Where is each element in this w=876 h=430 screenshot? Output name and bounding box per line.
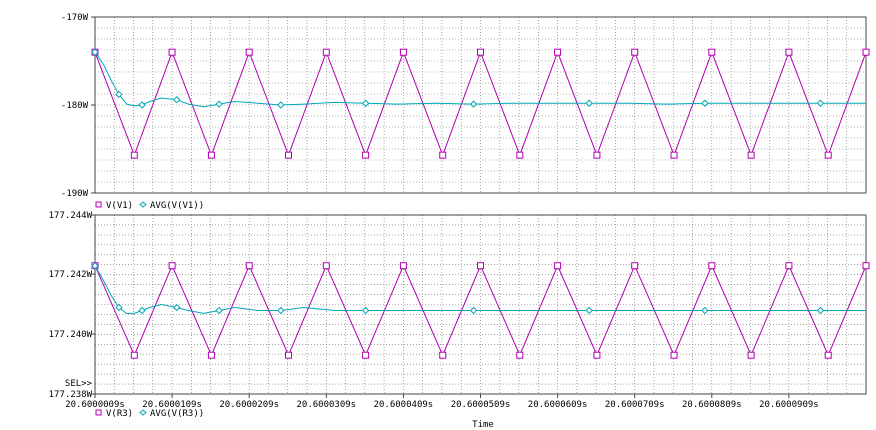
top-y-tick-label: -170W (61, 13, 89, 23)
data-point-marker (816, 306, 825, 315)
diamond-marker-icon (139, 409, 147, 416)
bottom-legend: V(R3) AVG(V(R3)) (95, 409, 204, 419)
data-point-marker (173, 96, 181, 104)
legend-entry: V(V1) (106, 201, 133, 211)
data-point-marker (399, 262, 407, 270)
x-tick-label: 20.6000709s (605, 400, 665, 410)
x-tick-label: 20.6000209s (219, 400, 279, 410)
bottom-plot-grid (94, 214, 867, 395)
data-point-marker (862, 48, 870, 56)
data-point-marker (277, 101, 285, 109)
top-plot-grid (94, 16, 867, 194)
legend-entry: AVG(V(V1)) (150, 201, 204, 211)
data-point-marker (245, 262, 253, 270)
data-point-marker (593, 151, 601, 159)
square-marker-icon (95, 201, 102, 208)
data-point-marker (207, 151, 215, 159)
data-point-marker (138, 306, 146, 315)
data-point-marker (439, 151, 447, 159)
plot-frame (94, 214, 867, 395)
data-point-marker (138, 101, 146, 109)
data-point-marker (747, 351, 755, 359)
data-point-marker (439, 351, 447, 359)
data-point-marker (862, 262, 870, 270)
data-point-marker (362, 151, 370, 159)
data-point-marker (670, 151, 678, 159)
data-point-marker (824, 351, 832, 359)
x-tick-label: 20.6000809s (682, 400, 742, 410)
data-point-marker (701, 306, 709, 315)
bottom-y-tick-label: 177.242W (49, 270, 93, 280)
x-tick-label: 20.6000909s (759, 400, 819, 410)
top-plot: -170W -180W -190W V(V1) AVG(V(V1)) (61, 13, 870, 211)
data-point-marker (477, 262, 484, 270)
data-point-marker (168, 262, 176, 270)
x-tick-label: 20.6000309s (296, 400, 356, 410)
bottom-y-tick-label: 177.240W (49, 330, 93, 340)
data-point-marker (168, 48, 176, 56)
data-point-marker (207, 351, 215, 359)
data-point-marker (361, 306, 370, 315)
top-legend: V(V1) AVG(V(V1)) (95, 201, 204, 211)
x-tick-label: 20.6000409s (374, 400, 434, 410)
data-point-marker (585, 306, 593, 315)
data-point-marker (322, 48, 330, 56)
data-point-marker (285, 151, 293, 159)
data-point-marker (585, 99, 593, 107)
data-point-marker (322, 262, 330, 270)
x-axis-title: Time (472, 420, 494, 430)
data-point-marker (593, 351, 601, 359)
top-y-tick-label: -190W (61, 189, 89, 199)
data-point-marker (130, 151, 138, 159)
data-point-marker (215, 100, 223, 108)
data-point-marker (285, 351, 293, 359)
chart-area: -170W -180W -190W V(V1) AVG(V(V1)) 177.2… (49, 13, 870, 430)
data-point-marker (245, 48, 253, 56)
data-point-marker (477, 48, 484, 56)
data-point-marker (469, 306, 478, 315)
data-point-marker (785, 48, 793, 56)
data-point-marker (701, 99, 709, 107)
data-point-marker (362, 351, 370, 359)
data-point-marker (816, 99, 825, 107)
data-point-marker (399, 48, 407, 56)
x-tick-label: 20.6000609s (528, 400, 588, 410)
bottom-y-tick-label: 177.238W (49, 390, 93, 400)
data-point-marker (554, 262, 562, 270)
diamond-marker-icon (139, 201, 147, 208)
square-marker-icon (95, 409, 102, 416)
bottom-y-tick-label: 177.244W (49, 211, 93, 221)
sel-marker: SEL>> (65, 379, 93, 389)
legend-entry: AVG(V(R3)) (150, 409, 204, 419)
data-point-marker (173, 303, 181, 312)
legend-entry: V(R3) (106, 409, 133, 419)
data-point-marker (469, 100, 478, 108)
data-point-marker (708, 262, 716, 270)
data-point-marker (670, 351, 678, 359)
x-tick-label: 20.6000509s (451, 400, 511, 410)
bottom-plot: 177.244W 177.242W 177.240W SEL>> 177.238… (49, 211, 870, 400)
data-point-marker (277, 306, 285, 315)
data-point-marker (785, 262, 793, 270)
data-point-marker (361, 99, 370, 107)
data-point-marker (824, 151, 832, 159)
top-y-tick-label: -180W (61, 101, 89, 111)
data-point-marker (631, 262, 639, 270)
data-point-marker (554, 48, 562, 56)
data-point-marker (631, 48, 639, 56)
data-point-marker (747, 151, 755, 159)
data-point-marker (516, 151, 524, 159)
data-point-marker (708, 48, 716, 56)
data-point-marker (215, 306, 223, 315)
bottom-plot-series (91, 262, 870, 359)
data-point-marker (516, 351, 524, 359)
data-point-marker (130, 351, 138, 359)
x-axis-ticks: 20.6000009s 20.6000109s 20.6000209s 20.6000… (65, 394, 819, 410)
